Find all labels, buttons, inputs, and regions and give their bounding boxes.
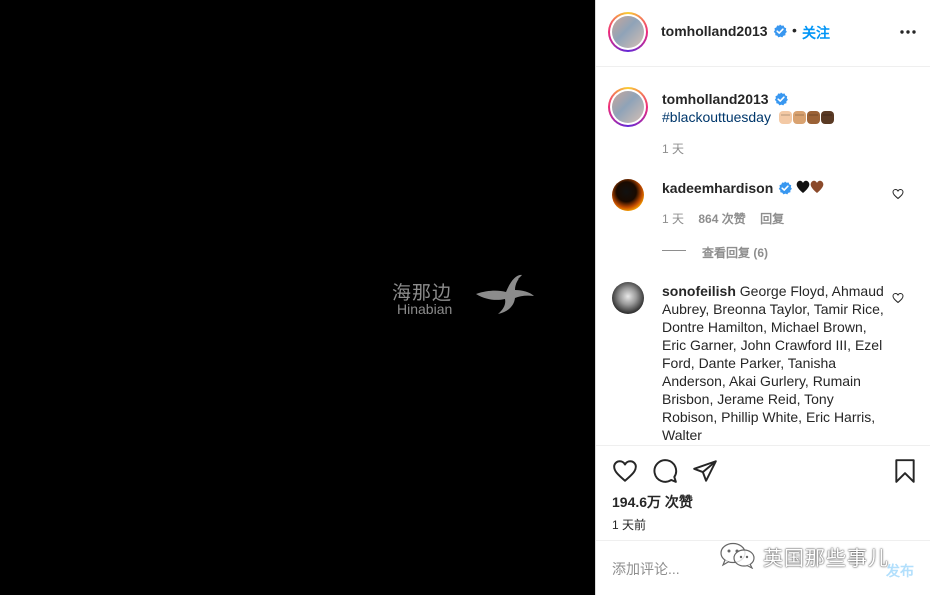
replies-divider [662,250,686,251]
reply-button[interactable]: 回复 [760,212,784,226]
heart-emoji-icon [796,180,824,193]
hashtag-link[interactable]: #blackouttuesday [662,109,771,125]
share-paper-plane-icon[interactable] [692,458,718,484]
verified-badge-icon [773,24,787,38]
commenter-avatar[interactable] [612,179,644,211]
comment-likes[interactable]: 864 次赞 [698,212,745,226]
comment-text: George Floyd, Ahmaud Aubrey, Breonna Tay… [662,283,884,443]
wechat-account-name: 英国那些事儿 [763,548,889,570]
follow-button[interactable]: 关注 [802,23,830,43]
comment-icon[interactable] [652,458,678,484]
post-media[interactable]: 海那边 Hinabian [0,0,595,595]
hinabian-watermark: 海那边 Hinabian [392,270,542,322]
wechat-logo-icon [720,542,755,569]
comment-username[interactable]: kadeemhardison [662,180,773,196]
post-sidebar: tomholland2013 • 关注 tomholland2013 #blac… [595,0,930,595]
post-actions: 194.6万 次赞 1 天前 [596,445,930,540]
wechat-watermark: 英国那些事儿 [718,538,908,570]
author-username[interactable]: tomholland2013 [661,23,768,39]
heart-outline-icon[interactable] [892,188,904,200]
comments-section[interactable]: tomholland2013 #blackouttuesday 1 天 kade… [596,67,930,445]
post-timestamp: 1 天前 [612,518,647,532]
watermark-latin: Hinabian [397,301,453,317]
caption-avatar[interactable] [608,87,648,127]
post-header: tomholland2013 • 关注 [596,0,930,67]
verified-badge-icon [778,181,792,195]
separator-dot: • [792,22,797,38]
likes-count[interactable]: 194.6万 次赞 [612,492,693,512]
more-horizontal-icon[interactable] [898,22,918,42]
comment-timestamp: 1 天 [662,212,685,226]
comment-username[interactable]: sonofeilish [662,283,736,299]
raised-fist-emoji-icon [779,111,834,124]
heart-outline-icon[interactable] [892,292,904,304]
bird-logo-icon [476,274,534,314]
commenter-avatar[interactable] [612,282,644,314]
view-replies-button[interactable]: 查看回复 (6) [702,244,768,261]
comment-body: sonofeilish George Floyd, Ahmaud Aubrey,… [662,282,884,444]
caption-timestamp: 1 天 [662,142,685,156]
heart-icon[interactable] [612,458,638,484]
author-avatar[interactable] [608,12,648,52]
bookmark-icon[interactable] [892,458,918,484]
verified-badge-icon [774,92,788,106]
caption-username[interactable]: tomholland2013 [662,91,769,107]
comment-meta: 1 天 864 次赞 回复 [662,210,795,227]
